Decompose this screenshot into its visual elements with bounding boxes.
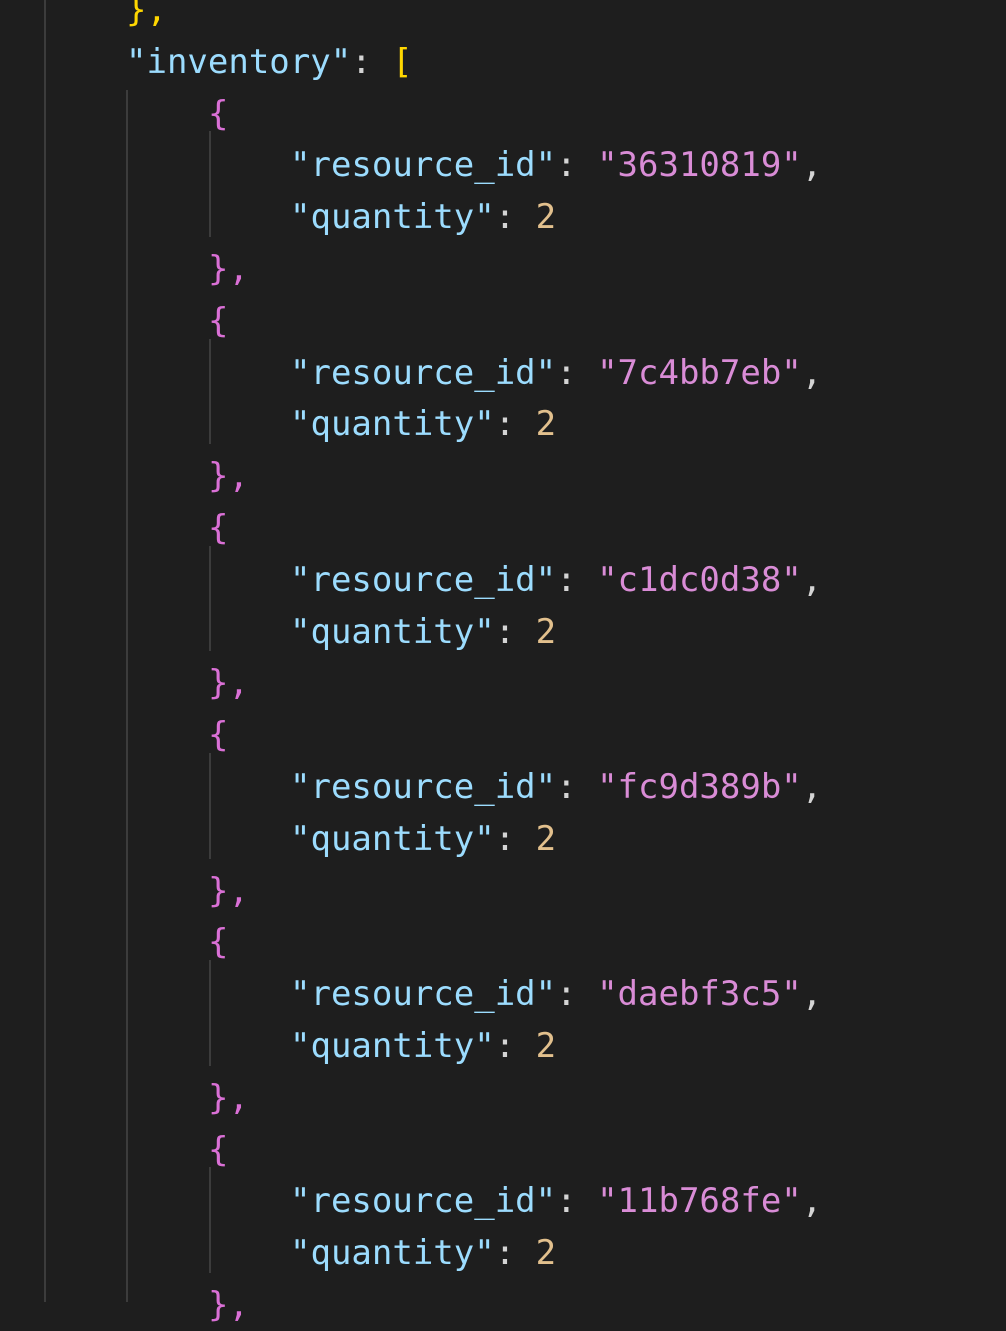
code-line[interactable]: "quantity": 2 xyxy=(290,606,556,658)
code-line[interactable]: "quantity": 2 xyxy=(290,1020,556,1072)
indent-guide xyxy=(209,131,211,237)
close-brace: }, xyxy=(208,870,249,911)
close-brace: }, xyxy=(208,1077,249,1118)
indent-guide xyxy=(209,545,211,652)
json-key-resource-id: "resource_id" xyxy=(290,559,557,600)
json-key-resource-id: "resource_id" xyxy=(290,352,557,393)
quantity-value: 2 xyxy=(535,197,557,238)
open-brace: { xyxy=(208,93,229,134)
code-line[interactable]: "quantity": 2 xyxy=(290,191,556,243)
open-brace: { xyxy=(208,300,229,341)
comma: , xyxy=(801,352,823,393)
code-line[interactable]: { xyxy=(208,88,228,140)
resource-id-value: "fc9d389b" xyxy=(597,767,802,807)
indent-guide xyxy=(209,753,211,859)
closing-brace: }, xyxy=(126,0,167,30)
resource-id-value: "36310819" xyxy=(597,145,802,186)
code-line[interactable]: "inventory": [ xyxy=(126,36,413,88)
comma: , xyxy=(801,559,823,600)
json-key-resource-id: "resource_id" xyxy=(290,145,557,186)
open-brace: { xyxy=(208,1129,229,1170)
code-line[interactable]: { xyxy=(208,1124,228,1176)
comma: , xyxy=(801,767,823,807)
resource-id-value: "7c4bb7eb" xyxy=(597,352,802,393)
quantity-value: 2 xyxy=(535,818,557,859)
code-line[interactable]: }, xyxy=(208,657,249,709)
quantity-value: 2 xyxy=(535,1026,557,1066)
quantity-value: 2 xyxy=(535,1233,557,1274)
indent-guide xyxy=(209,338,211,445)
code-line[interactable]: "quantity": 2 xyxy=(290,813,556,865)
quantity-value: 2 xyxy=(535,404,557,445)
colon: : xyxy=(556,559,598,600)
close-brace: }, xyxy=(208,1285,249,1325)
open-brace: { xyxy=(208,715,229,756)
code-line[interactable]: "resource_id": "36310819", xyxy=(290,139,822,191)
json-key-quantity: "quantity" xyxy=(290,611,495,652)
colon: : xyxy=(494,611,536,652)
code-line[interactable]: }, xyxy=(208,865,249,917)
code-line[interactable]: "resource_id": "7c4bb7eb", xyxy=(290,347,822,399)
indent-guide xyxy=(209,1167,211,1273)
open-brace: { xyxy=(208,508,229,548)
colon: : xyxy=(556,352,598,393)
resource-id-value: "11b768fe" xyxy=(597,1181,802,1222)
comma: , xyxy=(801,145,823,186)
colon: : xyxy=(494,1026,536,1066)
code-line[interactable]: }, xyxy=(208,1072,249,1124)
json-key-quantity: "quantity" xyxy=(290,1026,495,1066)
close-brace: }, xyxy=(208,456,249,497)
code-line[interactable]: { xyxy=(208,709,228,761)
code-line[interactable]: { xyxy=(208,295,228,347)
code-line[interactable]: "resource_id": "daebf3c5", xyxy=(290,968,822,1020)
code-line[interactable]: }, xyxy=(208,450,249,502)
indent-guide xyxy=(126,90,128,1302)
close-brace: }, xyxy=(208,663,249,704)
colon: : xyxy=(351,41,393,82)
json-key-resource-id: "resource_id" xyxy=(290,974,557,1015)
colon: : xyxy=(556,1181,598,1222)
json-key-quantity: "quantity" xyxy=(290,1233,495,1274)
resource-id-value: "daebf3c5" xyxy=(597,974,802,1015)
resource-id-value: "c1dc0d38" xyxy=(597,559,802,600)
json-key-quantity: "quantity" xyxy=(290,818,495,859)
code-line[interactable]: }, xyxy=(208,243,249,295)
comma: , xyxy=(801,1181,823,1222)
code-line[interactable]: { xyxy=(208,916,228,968)
quantity-value: 2 xyxy=(535,611,557,652)
indent-guide xyxy=(44,0,46,1302)
code-line[interactable]: "quantity": 2 xyxy=(290,398,556,450)
code-line[interactable]: "resource_id": "11b768fe", xyxy=(290,1175,822,1227)
colon: : xyxy=(556,145,598,186)
colon: : xyxy=(556,974,598,1015)
close-brace: }, xyxy=(208,249,249,289)
json-key-quantity: "quantity" xyxy=(290,197,495,238)
colon: : xyxy=(494,1233,536,1274)
colon: : xyxy=(494,818,536,859)
json-key-inventory: "inventory" xyxy=(126,41,352,82)
colon: : xyxy=(494,197,536,238)
colon: : xyxy=(556,767,598,807)
colon: : xyxy=(494,404,536,445)
json-key-resource-id: "resource_id" xyxy=(290,1181,557,1222)
indent-guide xyxy=(209,960,211,1066)
code-line[interactable]: "resource_id": "c1dc0d38", xyxy=(290,554,822,606)
comma: , xyxy=(801,974,823,1015)
code-line[interactable]: "resource_id": "fc9d389b", xyxy=(290,761,822,813)
code-line[interactable]: }, xyxy=(126,0,167,36)
code-line[interactable]: }, xyxy=(208,1279,249,1331)
json-key-quantity: "quantity" xyxy=(290,404,495,445)
json-key-resource-id: "resource_id" xyxy=(290,767,557,807)
code-line[interactable]: { xyxy=(208,502,228,554)
code-editor[interactable]: }, "inventory": [ { "resource_id": "3631081… xyxy=(0,0,1006,1325)
code-line[interactable]: "quantity": 2 xyxy=(290,1227,556,1279)
open-bracket: [ xyxy=(392,41,413,82)
open-brace: { xyxy=(208,922,229,963)
